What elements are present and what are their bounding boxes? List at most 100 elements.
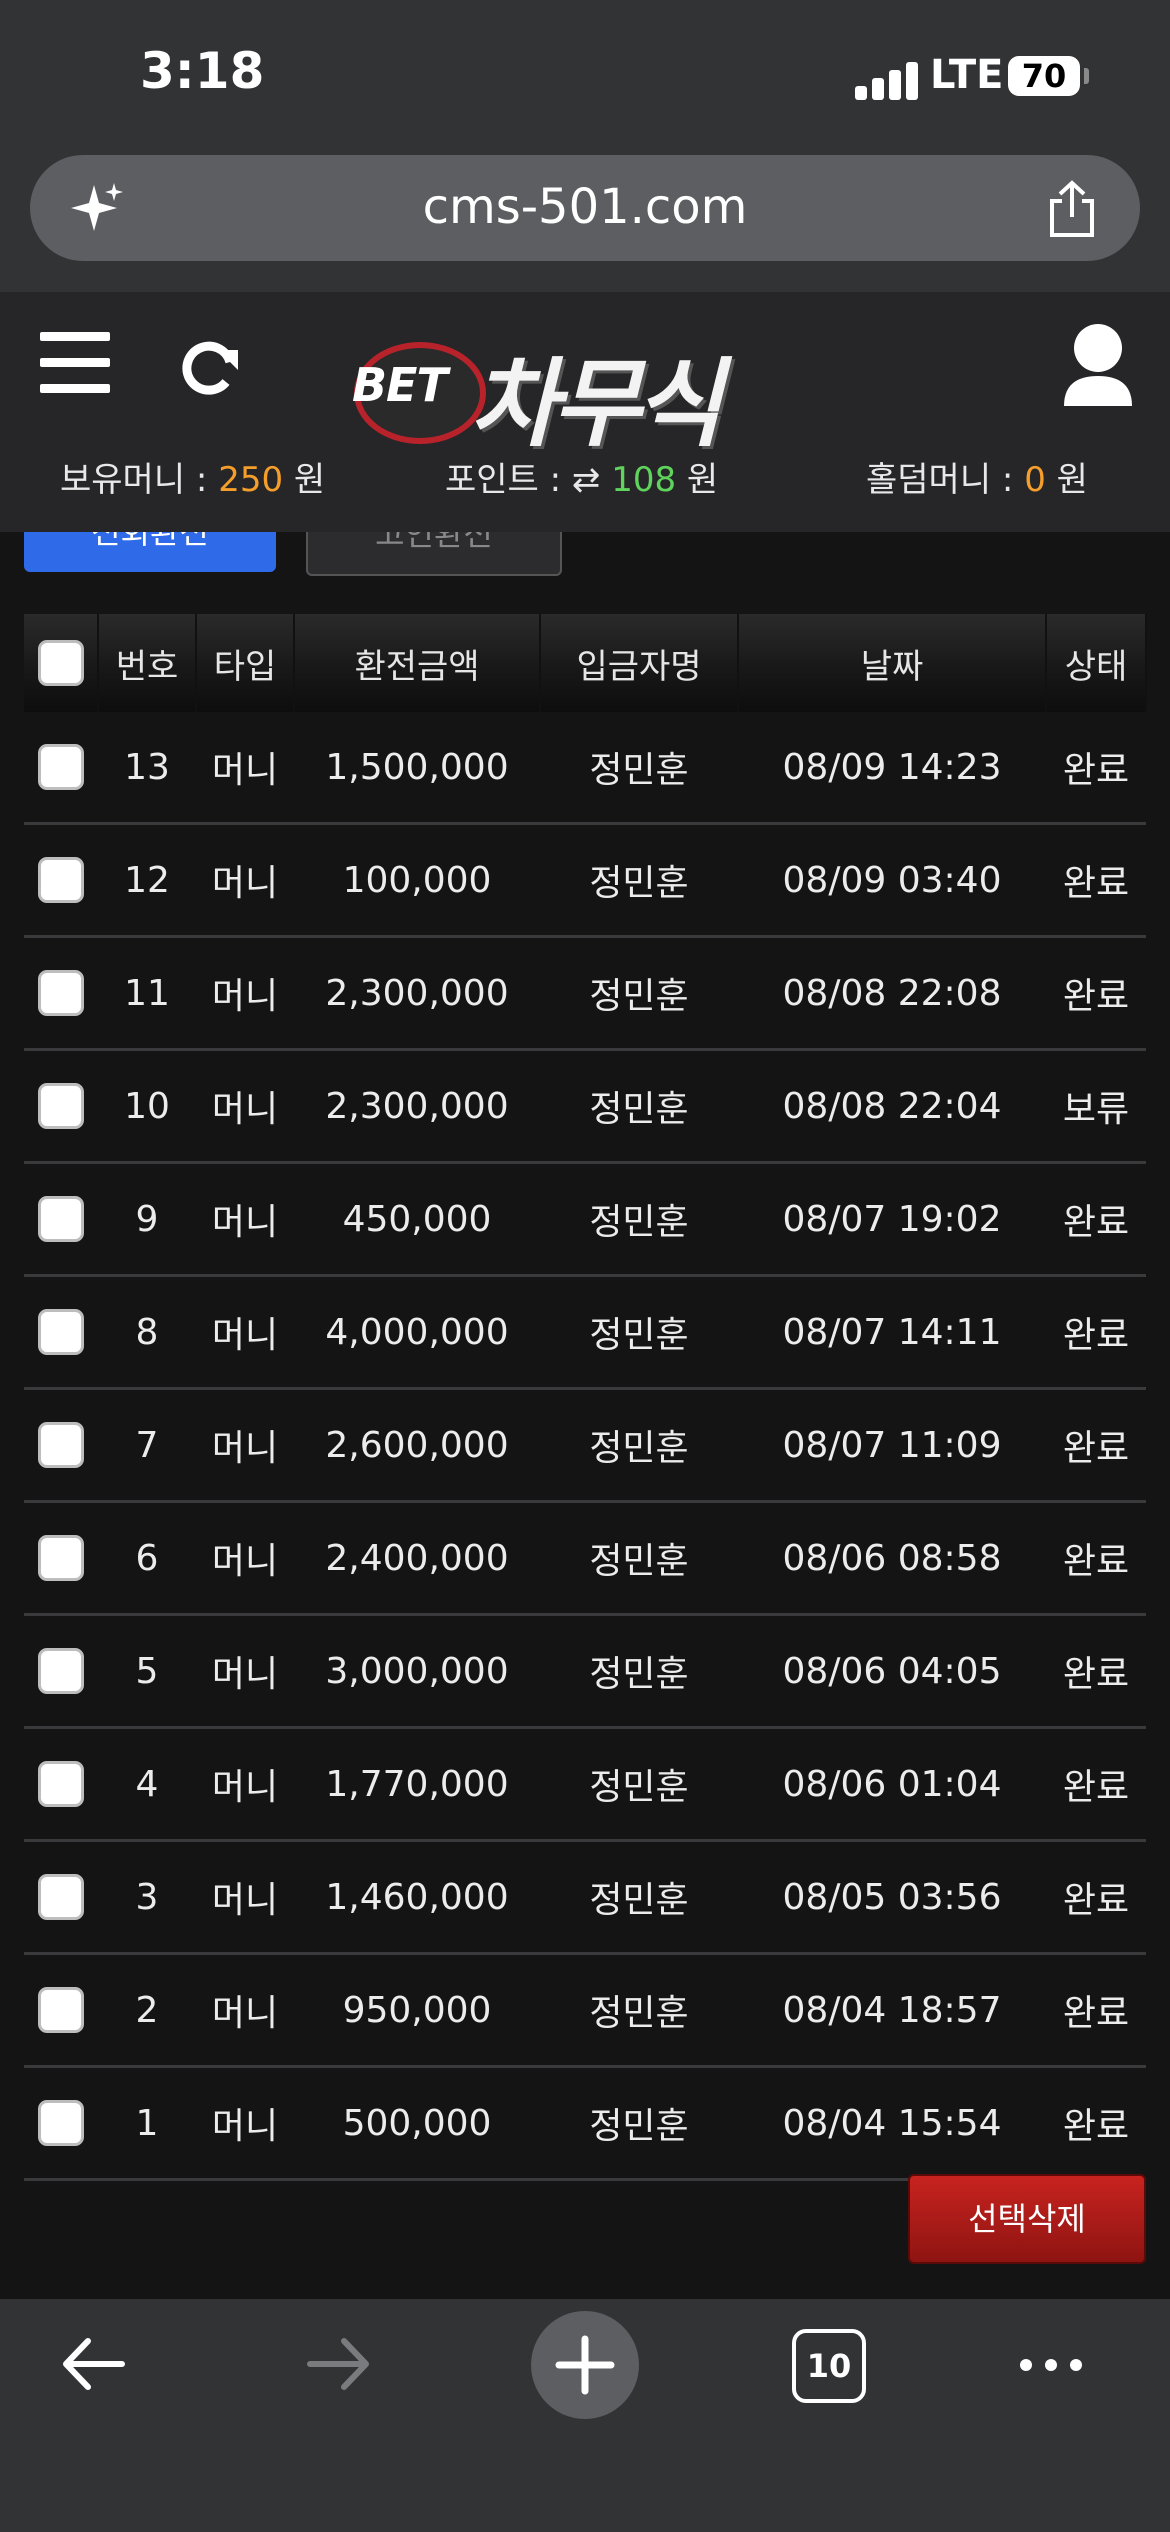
row-number: 6: [98, 1501, 196, 1616]
site-logo[interactable]: BET 차무식: [350, 314, 810, 460]
table-row[interactable]: 10 머니 2,300,000 정민훈 08/08 22:04 보류: [24, 1049, 1146, 1164]
table-row[interactable]: 12 머니 100,000 정민훈 08/09 03:40 완료: [24, 823, 1146, 938]
tabs-count: 10: [792, 2329, 866, 2403]
table-row[interactable]: 1 머니 500,000 정민훈 08/04 15:54 완료: [24, 2066, 1146, 2181]
row-checkbox[interactable]: [38, 1196, 84, 1242]
table-row[interactable]: 2 머니 950,000 정민훈 08/04 18:57 완료: [24, 1953, 1146, 2068]
row-checkbox[interactable]: [38, 1083, 84, 1129]
table-row[interactable]: 9 머니 450,000 정민훈 08/07 19:02 완료: [24, 1162, 1146, 1277]
url-text[interactable]: cms-501.com: [30, 179, 1140, 235]
row-number: 9: [98, 1162, 196, 1277]
table-row[interactable]: 4 머니 1,770,000 정민훈 08/06 01:04 완료: [24, 1727, 1146, 1842]
exchange-icon[interactable]: ⇄: [572, 460, 611, 500]
row-checkbox[interactable]: [38, 1648, 84, 1694]
new-tab-button[interactable]: [531, 2311, 639, 2419]
row-checkbox[interactable]: [38, 1535, 84, 1581]
row-number: 3: [98, 1840, 196, 1955]
row-status: 완료: [1046, 1501, 1146, 1616]
row-depositor: 정민훈: [540, 936, 738, 1051]
row-number: 1: [98, 2066, 196, 2181]
row-number: 10: [98, 1049, 196, 1164]
point-balance: 포인트 : ⇄ 108 원: [445, 452, 718, 501]
row-type: 머니: [196, 1840, 294, 1955]
money-label: 보유머니 :: [60, 460, 219, 500]
table-row[interactable]: 11 머니 2,300,000 정민훈 08/08 22:08 완료: [24, 936, 1146, 1051]
row-checkbox-cell: [24, 1840, 98, 1955]
row-type: 머니: [196, 712, 294, 825]
holdem-unit: 원: [1045, 460, 1088, 500]
row-checkbox-cell: [24, 1501, 98, 1616]
row-depositor: 정민훈: [540, 1162, 738, 1277]
holdem-value: 0: [1024, 460, 1046, 500]
row-status: 완료: [1046, 1840, 1146, 1955]
row-date: 08/04 15:54: [738, 2066, 1046, 2181]
row-checkbox[interactable]: [38, 1874, 84, 1920]
row-status: 보류: [1046, 1049, 1146, 1164]
row-amount: 500,000: [294, 2066, 540, 2181]
select-all-checkbox[interactable]: [37, 640, 84, 686]
row-amount: 4,000,000: [294, 1275, 540, 1390]
row-checkbox-cell: [24, 823, 98, 938]
point-unit: 원: [676, 460, 719, 500]
share-icon[interactable]: [1044, 179, 1100, 239]
money-unit: 원: [283, 460, 326, 500]
row-date: 08/09 14:23: [738, 712, 1046, 825]
row-date: 08/06 04:05: [738, 1614, 1046, 1729]
row-date: 08/07 14:11: [738, 1275, 1046, 1390]
tab-other[interactable]: 고인환전: [306, 532, 562, 576]
row-type: 머니: [196, 1049, 294, 1164]
row-checkbox[interactable]: [38, 1422, 84, 1468]
row-status: 완료: [1046, 936, 1146, 1051]
row-depositor: 정민훈: [540, 1614, 738, 1729]
table-row[interactable]: 6 머니 2,400,000 정민훈 08/06 08:58 완료: [24, 1501, 1146, 1616]
row-checkbox[interactable]: [38, 1309, 84, 1355]
tabs-button[interactable]: 10: [792, 2329, 866, 2403]
table-row[interactable]: 3 머니 1,460,000 정민훈 08/05 03:56 완료: [24, 1840, 1146, 1955]
user-icon[interactable]: [1058, 320, 1138, 410]
row-date: 08/07 19:02: [738, 1162, 1046, 1277]
battery-icon: 70: [1008, 56, 1080, 96]
refresh-icon[interactable]: [176, 332, 246, 402]
row-type: 머니: [196, 1162, 294, 1277]
row-type: 머니: [196, 1727, 294, 1842]
row-checkbox[interactable]: [38, 1987, 84, 2033]
row-checkbox[interactable]: [38, 970, 84, 1016]
row-checkbox[interactable]: [38, 857, 84, 903]
delete-selected-button[interactable]: 선택삭제: [908, 2174, 1146, 2264]
row-checkbox[interactable]: [38, 2100, 84, 2146]
row-status: 완료: [1046, 823, 1146, 938]
row-date: 08/07 11:09: [738, 1388, 1046, 1503]
forward-arrow-icon[interactable]: [304, 2329, 374, 2399]
menu-icon[interactable]: [40, 332, 110, 394]
row-status: 완료: [1046, 1614, 1146, 1729]
row-number: 5: [98, 1614, 196, 1729]
row-type: 머니: [196, 1388, 294, 1503]
money-value: 250: [218, 460, 284, 500]
row-checkbox-cell: [24, 1388, 98, 1503]
row-amount: 2,400,000: [294, 1501, 540, 1616]
row-checkbox-cell: [24, 1049, 98, 1164]
more-icon[interactable]: [1016, 2329, 1086, 2399]
money-balance: 보유머니 : 250 원: [60, 452, 325, 501]
battery-tip: [1084, 68, 1089, 84]
address-bar[interactable]: cms-501.com: [30, 155, 1140, 261]
row-checkbox[interactable]: [38, 1761, 84, 1807]
row-amount: 950,000: [294, 1953, 540, 2068]
row-depositor: 정민훈: [540, 1953, 738, 2068]
row-date: 08/06 01:04: [738, 1727, 1046, 1842]
row-date: 08/09 03:40: [738, 823, 1046, 938]
row-depositor: 정민훈: [540, 1275, 738, 1390]
header-date: 날짜: [738, 614, 1047, 712]
table-row[interactable]: 5 머니 3,000,000 정민훈 08/06 04:05 완료: [24, 1614, 1146, 1729]
back-arrow-icon[interactable]: [58, 2329, 128, 2399]
table-row[interactable]: 8 머니 4,000,000 정민훈 08/07 14:11 완료: [24, 1275, 1146, 1390]
tab-exchange-history[interactable]: 전회환전: [24, 532, 276, 572]
status-bar: 3:18 LTE 70: [0, 0, 1170, 150]
row-checkbox[interactable]: [38, 744, 84, 790]
table-row[interactable]: 13 머니 1,500,000 정민훈 08/09 14:23 완료: [24, 712, 1146, 825]
browser-address-area: cms-501.com: [0, 150, 1170, 292]
row-amount: 100,000: [294, 823, 540, 938]
browser-toolbar: 10: [0, 2299, 1170, 2532]
logo-title: 차무식: [470, 348, 723, 460]
table-row[interactable]: 7 머니 2,600,000 정민훈 08/07 11:09 완료: [24, 1388, 1146, 1503]
